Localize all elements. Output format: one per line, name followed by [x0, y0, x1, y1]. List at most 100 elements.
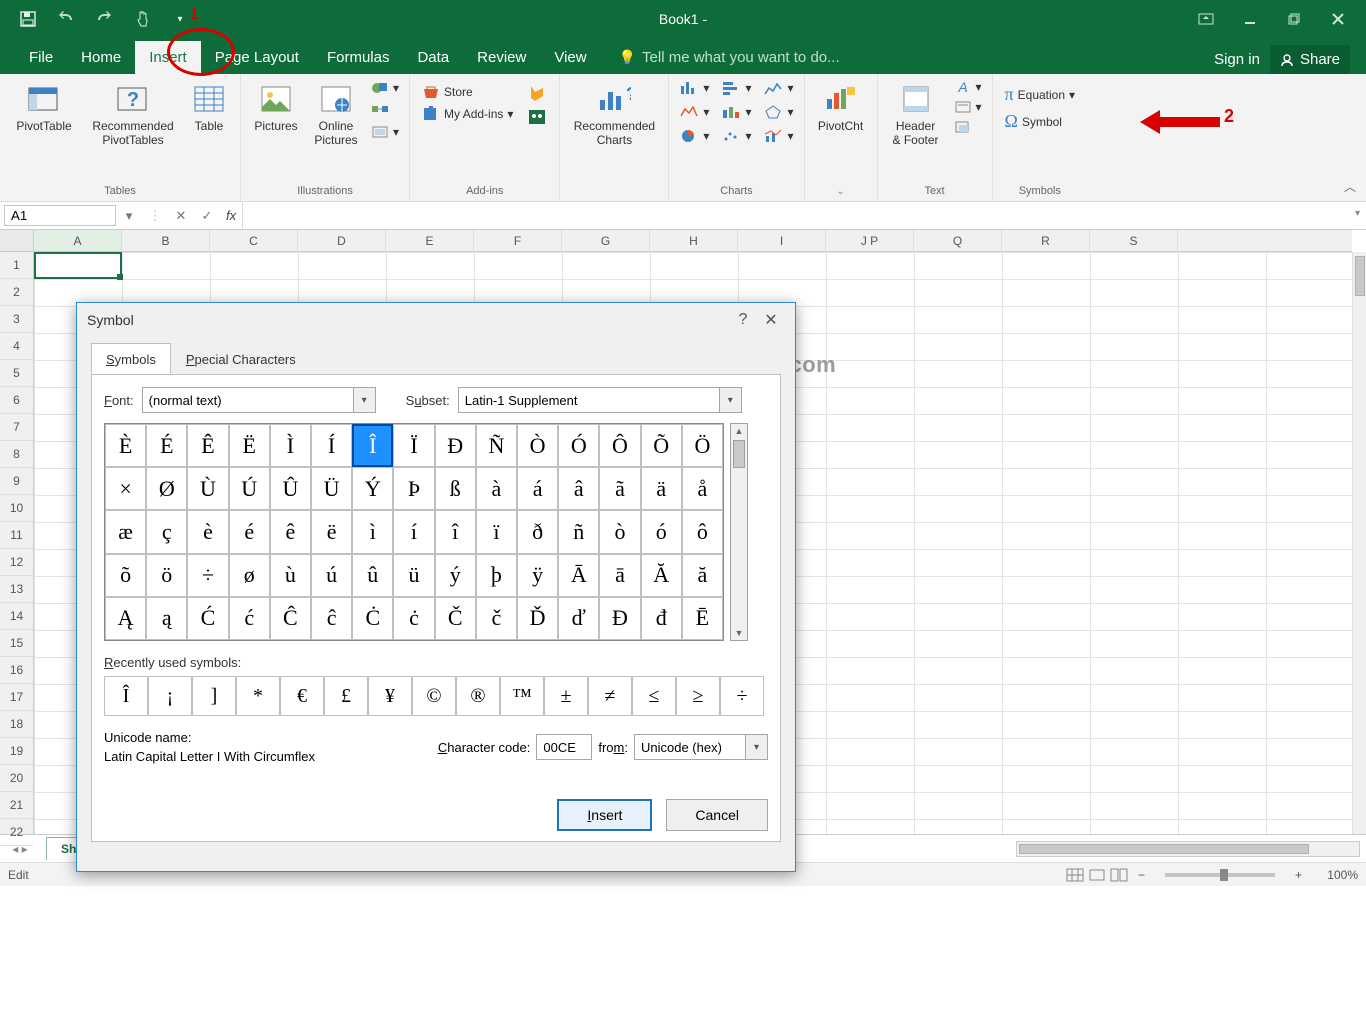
pivottable-button[interactable]: PivotTable — [6, 78, 82, 138]
recent-symbols-grid[interactable]: Î¡]*€£¥©®™±≠≤≥÷ — [104, 676, 768, 716]
row-header-9[interactable]: 9 — [0, 468, 33, 495]
column-header-A[interactable]: A — [34, 230, 122, 251]
symbol-cell[interactable]: Ö — [682, 424, 723, 467]
cancel-button[interactable]: Cancel — [666, 799, 768, 831]
combo-chart-button[interactable]: ▾ — [759, 126, 797, 146]
subset-combo[interactable]: ▾ — [458, 387, 742, 413]
column-chart-button[interactable]: ▾ — [675, 78, 713, 98]
row-header-3[interactable]: 3 — [0, 306, 33, 333]
insert-button[interactable]: Insert — [557, 799, 652, 831]
zoom-slider[interactable] — [1165, 873, 1275, 877]
symbol-cell[interactable]: Ć — [187, 597, 228, 640]
symbol-cell[interactable]: Ë — [229, 424, 270, 467]
symbol-cell[interactable]: č — [476, 597, 517, 640]
row-header-14[interactable]: 14 — [0, 603, 33, 630]
symbol-cell[interactable]: ø — [229, 554, 270, 597]
recent-symbol-cell[interactable]: ] — [192, 676, 236, 716]
online-pictures-button[interactable]: Online Pictures — [307, 78, 365, 152]
tab-home[interactable]: Home — [67, 41, 135, 74]
symbol-cell[interactable]: Ò — [517, 424, 558, 467]
symbol-cell[interactable]: Ù — [187, 467, 228, 510]
symbol-grid[interactable]: ÈÉÊËÌÍÎÏÐÑÒÓÔÕÖ×ØÙÚÛÜÝÞßàáâãäåæçèéêëìíîï… — [104, 423, 724, 641]
symbol-cell[interactable]: Ā — [558, 554, 599, 597]
symbol-cell[interactable]: Ċ — [352, 597, 393, 640]
column-header-D[interactable]: D — [298, 230, 386, 251]
symbol-cell[interactable]: Û — [270, 467, 311, 510]
tab-page-layout[interactable]: Page Layout — [201, 41, 313, 74]
row-header-7[interactable]: 7 — [0, 414, 33, 441]
symbol-cell[interactable]: ÷ — [187, 554, 228, 597]
fx-icon[interactable]: fx — [220, 208, 242, 223]
column-header-F[interactable]: F — [474, 230, 562, 251]
hscroll-thumb[interactable] — [1019, 844, 1309, 854]
symbol-cell[interactable]: à — [476, 467, 517, 510]
tab-view[interactable]: View — [540, 41, 600, 74]
font-combo[interactable]: ▾ — [142, 387, 376, 413]
symbol-cell[interactable]: ý — [435, 554, 476, 597]
symbol-cell[interactable]: ì — [352, 510, 393, 553]
column-header-H[interactable]: H — [650, 230, 738, 251]
restore-icon[interactable] — [1276, 5, 1312, 33]
radar-chart-button[interactable]: ▾ — [759, 102, 797, 122]
header-footer-button[interactable]: Header & Footer — [884, 78, 948, 152]
symbol-cell[interactable]: ï — [476, 510, 517, 553]
symbol-cell[interactable]: û — [352, 554, 393, 597]
column-header-R[interactable]: R — [1002, 230, 1090, 251]
row-header-6[interactable]: 6 — [0, 387, 33, 414]
recent-symbol-cell[interactable]: © — [412, 676, 456, 716]
line-chart-button[interactable]: ▾ — [675, 102, 713, 122]
symbol-cell[interactable]: ü — [393, 554, 434, 597]
column-header-S[interactable]: S — [1090, 230, 1178, 251]
row-header-13[interactable]: 13 — [0, 576, 33, 603]
row-header-18[interactable]: 18 — [0, 711, 33, 738]
scatter-chart-button[interactable]: ▾ — [717, 126, 755, 146]
recent-symbol-cell[interactable]: ≠ — [588, 676, 632, 716]
symbol-cell[interactable]: È — [105, 424, 146, 467]
symbol-cell[interactable]: Ă — [641, 554, 682, 597]
row-header-2[interactable]: 2 — [0, 279, 33, 306]
text-box-button[interactable]: A▾ — [950, 78, 986, 96]
symbol-cell[interactable]: Ď — [517, 597, 558, 640]
symbol-grid-scrollbar[interactable]: ▲ ▼ — [730, 423, 748, 641]
row-header-17[interactable]: 17 — [0, 684, 33, 711]
recommended-charts-button[interactable]: ? Recommended Charts — [566, 78, 662, 152]
symbol-cell[interactable]: Đ — [599, 597, 640, 640]
symbol-cell[interactable]: æ — [105, 510, 146, 553]
symbol-cell[interactable]: Ą — [105, 597, 146, 640]
scroll-up-icon[interactable]: ▲ — [731, 424, 747, 438]
symbol-cell[interactable]: ò — [599, 510, 640, 553]
symbol-cell[interactable]: Ú — [229, 467, 270, 510]
normal-view-icon[interactable] — [1066, 868, 1084, 882]
symbol-cell[interactable]: Ĉ — [270, 597, 311, 640]
row-header-21[interactable]: 21 — [0, 792, 33, 819]
signature-line-button[interactable] — [950, 118, 986, 136]
symbol-cell[interactable]: Ð — [435, 424, 476, 467]
symbol-cell[interactable]: Í — [311, 424, 352, 467]
store-button[interactable]: Store — [418, 82, 517, 102]
font-input[interactable] — [143, 388, 353, 412]
zoom-in-icon[interactable]: + — [1289, 868, 1308, 882]
enter-formula-icon[interactable]: ✓ — [194, 208, 220, 224]
symbol-cell[interactable]: Ø — [146, 467, 187, 510]
from-input[interactable] — [635, 735, 745, 759]
horizontal-scrollbar[interactable] — [1016, 841, 1360, 857]
symbol-cell[interactable]: ñ — [558, 510, 599, 553]
name-box-dropdown[interactable]: ▾ — [116, 208, 142, 224]
symbol-cell[interactable]: Ì — [270, 424, 311, 467]
symbol-cell[interactable]: ô — [682, 510, 723, 553]
from-dropdown-icon[interactable]: ▾ — [745, 735, 767, 759]
share-button[interactable]: Share — [1270, 45, 1350, 74]
symbol-cell[interactable]: ê — [270, 510, 311, 553]
tell-me-search[interactable]: 💡 Tell me what you want to do... — [609, 41, 850, 74]
wordart-button[interactable]: ▾ — [950, 98, 986, 116]
save-icon[interactable] — [18, 9, 38, 29]
recent-symbol-cell[interactable]: Î — [104, 676, 148, 716]
symbol-cell[interactable]: ß — [435, 467, 476, 510]
recent-symbol-cell[interactable]: ¥ — [368, 676, 412, 716]
symbol-cell[interactable]: Ô — [599, 424, 640, 467]
cancel-formula-icon[interactable]: ✕ — [168, 208, 194, 224]
recommended-pivottables-button[interactable]: ? Recommended PivotTables — [84, 78, 182, 152]
dialog-tab-special[interactable]: Ppecial Characters — [171, 343, 311, 374]
dialog-help-icon[interactable]: ? — [729, 311, 757, 329]
row-header-1[interactable]: 1 — [0, 252, 33, 279]
